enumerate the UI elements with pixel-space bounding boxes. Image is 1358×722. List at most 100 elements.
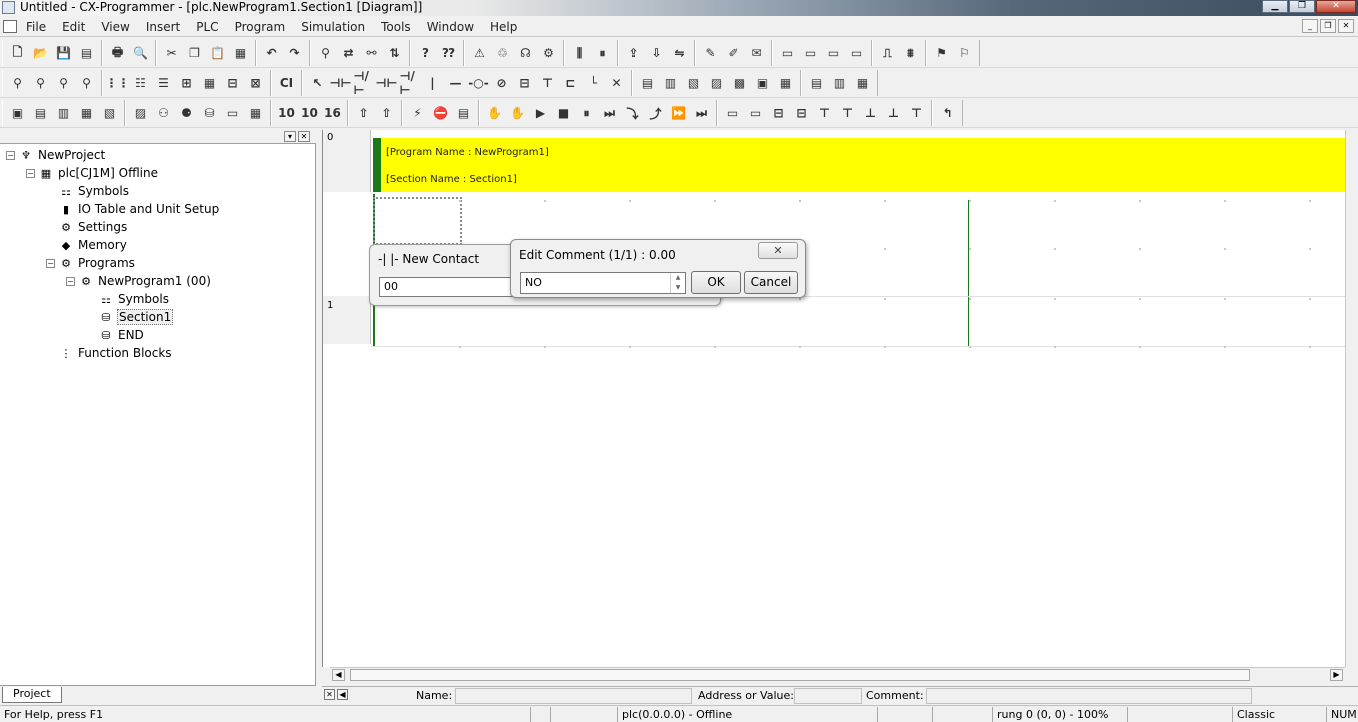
zoom-out-icon[interactable]: ⚲ (54, 73, 74, 93)
tree-item[interactable]: ⛁ END (86, 326, 145, 344)
pause-icon[interactable]: ⏸ (593, 43, 613, 63)
delete-element-icon[interactable]: ⊥ (884, 103, 904, 123)
display-hex-icon[interactable]: 16 (323, 103, 343, 123)
delete-line-icon[interactable]: ✕ (607, 73, 627, 93)
new-closed-contact-icon[interactable]: ⊣/⊢ (354, 69, 374, 97)
grid-icon[interactable]: ⋮⋮ (106, 73, 130, 93)
new-or-closed-contact-icon[interactable]: ⊣/⊢ (400, 69, 420, 97)
address-reference-icon[interactable]: ⇅ (385, 43, 405, 63)
waveform-icon[interactable]: ⩩ (901, 43, 921, 63)
new-or-contact-icon[interactable]: ⊣⊢ (376, 73, 398, 93)
program-view-icon[interactable]: ▦ (200, 73, 220, 93)
print-preview-icon[interactable]: 🔍 (131, 43, 151, 63)
horizontal-scrollbar[interactable]: ◀ ▶ (330, 667, 1345, 682)
monitor-in-diagram-icon[interactable]: ⊞ (177, 73, 197, 93)
cancel-button[interactable]: Cancel (744, 271, 798, 294)
memory-icon[interactable]: ▭ (801, 43, 821, 63)
view-global-icon[interactable]: ▦ (246, 103, 266, 123)
monitor-icon[interactable]: ☊ (516, 43, 536, 63)
save-icon[interactable]: 💾 (54, 43, 74, 63)
insert-rung-icon[interactable]: ▭ (746, 103, 766, 123)
vertical-line-icon[interactable]: | (423, 73, 443, 93)
view-st-icon[interactable]: ⛁ (200, 103, 220, 123)
cross-reference-icon[interactable]: ⚯ (362, 43, 382, 63)
insert-column-icon[interactable]: ⊟ (792, 103, 812, 123)
pane-close-button[interactable]: ✕ (298, 131, 310, 142)
sim-continuous-icon[interactable]: ⏩ (669, 103, 689, 123)
show-comments-icon[interactable]: ☷ (131, 73, 151, 93)
warning-icon[interactable]: ⚠ (470, 43, 490, 63)
watch-window-icon[interactable]: ⊟ (223, 73, 243, 93)
new-coil-icon[interactable]: -○- (468, 73, 488, 93)
global-symbol-icon[interactable]: ▨ (707, 73, 727, 93)
ladder-icon[interactable]: ▤ (807, 73, 827, 93)
mdi-close-button[interactable]: ✕ (1338, 19, 1354, 33)
menu-tools[interactable]: Tools (381, 19, 419, 35)
return-icon[interactable]: ↰ (938, 103, 958, 123)
insert-row-icon[interactable]: ⊟ (769, 103, 789, 123)
maximize-button[interactable]: ❐ (1289, 0, 1315, 13)
online-edit-send-icon[interactable]: ✉ (747, 43, 767, 63)
zoom-fit-icon[interactable]: ⚲ (77, 73, 97, 93)
menu-simulation[interactable]: Simulation (301, 19, 373, 35)
menu-edit[interactable]: Edit (62, 19, 93, 35)
sfc-icon[interactable]: ▦ (776, 73, 796, 93)
horizontal-line-icon[interactable]: — (446, 73, 466, 93)
replace-icon[interactable]: ⇄ (339, 43, 359, 63)
rung-annotation-icon[interactable]: ☰ (154, 73, 174, 93)
paste-icon[interactable]: 📋 (208, 43, 228, 63)
tree-item[interactable]: − ♆ NewProject (6, 146, 106, 164)
menu-window[interactable]: Window (427, 19, 482, 35)
tree-item[interactable]: ⚏ Symbols (86, 290, 170, 308)
menu-file[interactable]: File (26, 19, 54, 35)
menu-help[interactable]: Help (490, 19, 525, 35)
tree-item[interactable]: ⋮ Function Blocks (46, 344, 173, 362)
tree-item[interactable]: − ▦ plc[CJ1M] Offline (26, 164, 159, 182)
view-local-icon[interactable]: ▭ (223, 103, 243, 123)
tree-item[interactable]: ▮ IO Table and Unit Setup (46, 200, 220, 218)
find-icon[interactable]: ⚲ (316, 43, 336, 63)
online-simulator-icon[interactable]: ▤ (454, 103, 474, 123)
online-icon[interactable]: ♲ (493, 43, 513, 63)
rung-icon[interactable]: ▤ (638, 73, 658, 93)
data-trace-icon[interactable]: ▭ (847, 43, 867, 63)
compile-icon[interactable]: ⇧ (354, 103, 374, 123)
insert-element-icon[interactable]: ⊥ (861, 103, 881, 123)
new-closed-coil-icon[interactable]: ⊘ (492, 73, 512, 93)
ladder-cursor[interactable] (373, 197, 462, 245)
properties-icon[interactable]: ▤ (77, 43, 97, 63)
view-properties-icon[interactable]: ▧ (100, 103, 120, 123)
sim-step-into-icon[interactable]: ✋ (508, 103, 528, 123)
sim-step-run-icon[interactable]: ⏭ (600, 103, 620, 123)
print-icon[interactable]: 🖶 (108, 43, 128, 63)
new-instruction-icon[interactable]: ⊟ (515, 73, 535, 93)
menu-plc[interactable]: PLC (196, 19, 226, 35)
line-connect-icon[interactable]: └ (584, 73, 604, 93)
new-file-icon[interactable]: 🗋 (8, 43, 28, 63)
fill-rung-icon[interactable]: ▭ (723, 103, 743, 123)
table-icon[interactable]: ▦ (853, 73, 873, 93)
ci-icon[interactable]: CI (277, 73, 297, 93)
display-bin-icon[interactable]: 10 (300, 103, 320, 123)
new-fb-icon[interactable]: ⊏ (561, 73, 581, 93)
tree-item[interactable]: − ⚙ NewProgram1 (00) (66, 272, 212, 290)
copy-icon[interactable]: ❐ (185, 43, 205, 63)
view-ladder-icon[interactable]: ⚇ (154, 103, 174, 123)
list-icon[interactable]: ▥ (830, 73, 850, 93)
sim-run-icon[interactable]: ▶ (531, 103, 551, 123)
prop-nav-icon[interactable]: ◀ (337, 689, 348, 700)
sim-step-out-icon[interactable]: ⤵ (623, 103, 643, 123)
spin-down-icon[interactable]: ▼ (671, 283, 685, 293)
sim-pause-icon[interactable]: ⏸ (577, 103, 597, 123)
collapse-icon[interactable]: − (46, 258, 55, 268)
tree-item[interactable]: ◆ Memory (46, 236, 128, 254)
join-icon[interactable]: ⊤ (907, 103, 927, 123)
collapse-icon[interactable]: − (26, 168, 35, 178)
delete-row-icon[interactable]: ⊤ (815, 103, 835, 123)
delete-column-icon[interactable]: ⊤ (838, 103, 858, 123)
paste-special-icon[interactable]: ▦ (231, 43, 251, 63)
select-mode-icon[interactable]: ↖ (308, 73, 328, 93)
view-cross-ref-icon[interactable]: ▨ (131, 103, 151, 123)
io-table-icon[interactable]: ▭ (778, 43, 798, 63)
minimize-button[interactable]: ▁ (1262, 0, 1288, 13)
